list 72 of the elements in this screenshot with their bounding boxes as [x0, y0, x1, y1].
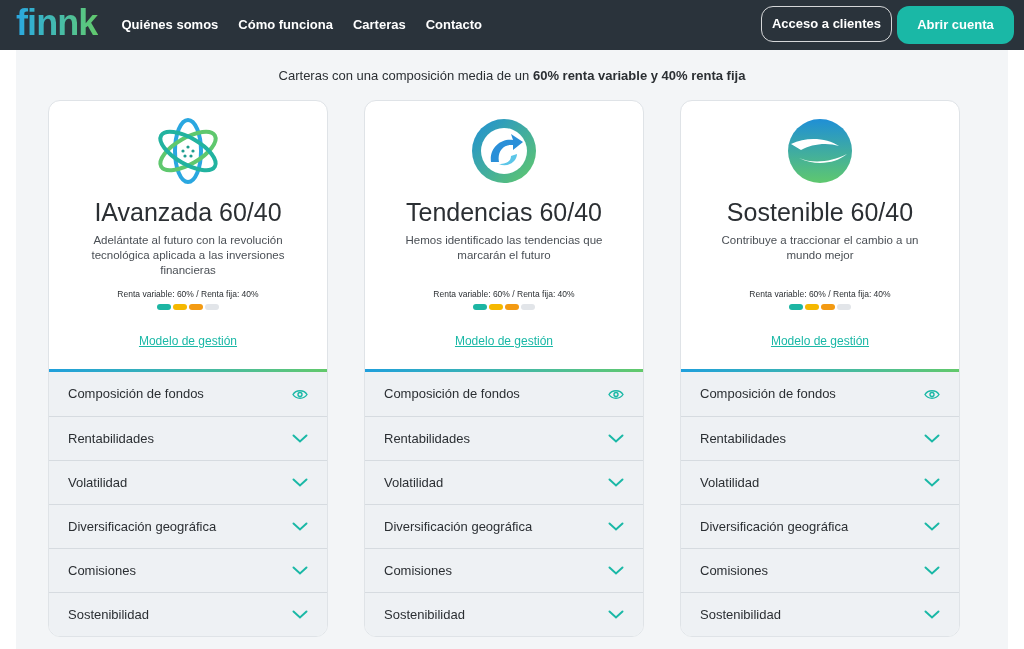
accordion-label: Composición de fondos [68, 385, 204, 404]
accordion-row[interactable]: Rentabilidades [365, 416, 643, 460]
accordion-row[interactable]: Sostenibilidad [49, 592, 327, 636]
accordion-label: Comisiones [700, 561, 768, 580]
accordion-label: Volatilidad [384, 473, 444, 492]
accordion-label: Rentabilidades [384, 429, 470, 448]
atom-icon [155, 116, 221, 186]
globe-icon [787, 118, 853, 184]
accordion-row[interactable]: Diversificación geográfica [681, 504, 959, 548]
card-description: Hemos identificado las tendencias que marcarán el futuro [404, 233, 604, 263]
accordion-row[interactable]: Volatilidad [49, 460, 327, 504]
accordion-label: Composición de fondos [384, 385, 520, 404]
accordion-row[interactable]: Composición de fondos [681, 372, 959, 416]
accordion-label: Diversificación geográfica [384, 517, 533, 536]
card-title: IAvanzada 60/40 [94, 197, 282, 227]
chevron-down-icon [924, 566, 940, 575]
accordion-label: Comisiones [384, 561, 452, 580]
card-title: Tendencias 60/40 [406, 197, 602, 227]
chevron-down-icon [608, 478, 624, 487]
accordion-label: Sostenibilidad [68, 605, 149, 624]
arrow-circle-icon [471, 118, 537, 184]
accordion-label: Sostenibilidad [384, 605, 465, 624]
chevron-down-icon [924, 434, 940, 443]
accordion-row[interactable]: Sostenibilidad [365, 592, 643, 636]
allocation-label: Renta variable: 60% / Renta fija: 40% [749, 288, 891, 301]
card-description: Contribuye a traccionar el cambio a un mundo mejor [720, 233, 920, 263]
card-title: Sostenible 60/40 [726, 197, 914, 227]
chevron-down-icon [292, 566, 308, 575]
chevron-down-icon [924, 478, 940, 487]
chevron-down-icon [608, 566, 624, 575]
accordion-row[interactable]: Composición de fondos [365, 372, 643, 416]
chevron-down-icon [608, 434, 624, 443]
accordion-label: Diversificación geográfica [700, 517, 849, 536]
eye-icon [924, 388, 940, 400]
accordion-label: Volatilidad [700, 473, 760, 492]
accordion-label: Composición de fondos [700, 385, 836, 404]
allocation-label: Renta variable: 60% / Renta fija: 40% [433, 288, 575, 301]
accordion-row[interactable]: Diversificación geográfica [365, 504, 643, 548]
nav-link[interactable]: Carteras [352, 15, 406, 35]
accordion-label: Rentabilidades [68, 429, 154, 448]
chevron-down-icon [292, 610, 308, 619]
accordion-row[interactable]: Comisiones [365, 548, 643, 592]
eye-icon [608, 388, 624, 400]
accordion-row[interactable]: Comisiones [49, 548, 327, 592]
client-access-button[interactable]: Acceso a clientes [761, 6, 892, 42]
nav-link[interactable]: Contacto [425, 15, 483, 35]
chevron-down-icon [924, 610, 940, 619]
accordion-row[interactable]: Rentabilidades [49, 416, 327, 460]
accordion-label: Sostenibilidad [700, 605, 781, 624]
accordion-label: Comisiones [68, 561, 136, 580]
accordion-label: Diversificación geográfica [68, 517, 217, 536]
accordion-row[interactable]: Volatilidad [681, 460, 959, 504]
chevron-down-icon [608, 522, 624, 531]
allocation-label: Renta variable: 60% / Renta fija: 40% [117, 288, 259, 301]
accordion-row[interactable]: Rentabilidades [681, 416, 959, 460]
chevron-down-icon [608, 610, 624, 619]
accordion-label: Volatilidad [68, 473, 128, 492]
accordion-row[interactable]: Diversificación geográfica [49, 504, 327, 548]
chevron-down-icon [924, 522, 940, 531]
card-description: Adelántate al futuro con la revolución tecnológica aplicada a las inversiones financieras [90, 233, 286, 278]
chevron-down-icon [292, 522, 308, 531]
accordion-row[interactable]: Composición de fondos [49, 372, 327, 416]
chevron-down-icon [292, 434, 308, 443]
accordion-row[interactable]: Volatilidad [365, 460, 643, 504]
chevron-down-icon [292, 478, 308, 487]
accordion-row[interactable]: Sostenibilidad [681, 592, 959, 636]
eye-icon [292, 388, 308, 400]
nav-link[interactable]: Quiénes somos [121, 15, 219, 35]
subtitle: Carteras con una composición media de un 60% renta variable y 40% renta fija [277, 67, 747, 85]
accordion-label: Rentabilidades [700, 429, 786, 448]
accordion-row[interactable]: Comisiones [681, 548, 959, 592]
nav-link[interactable]: Cómo funciona [238, 15, 333, 35]
